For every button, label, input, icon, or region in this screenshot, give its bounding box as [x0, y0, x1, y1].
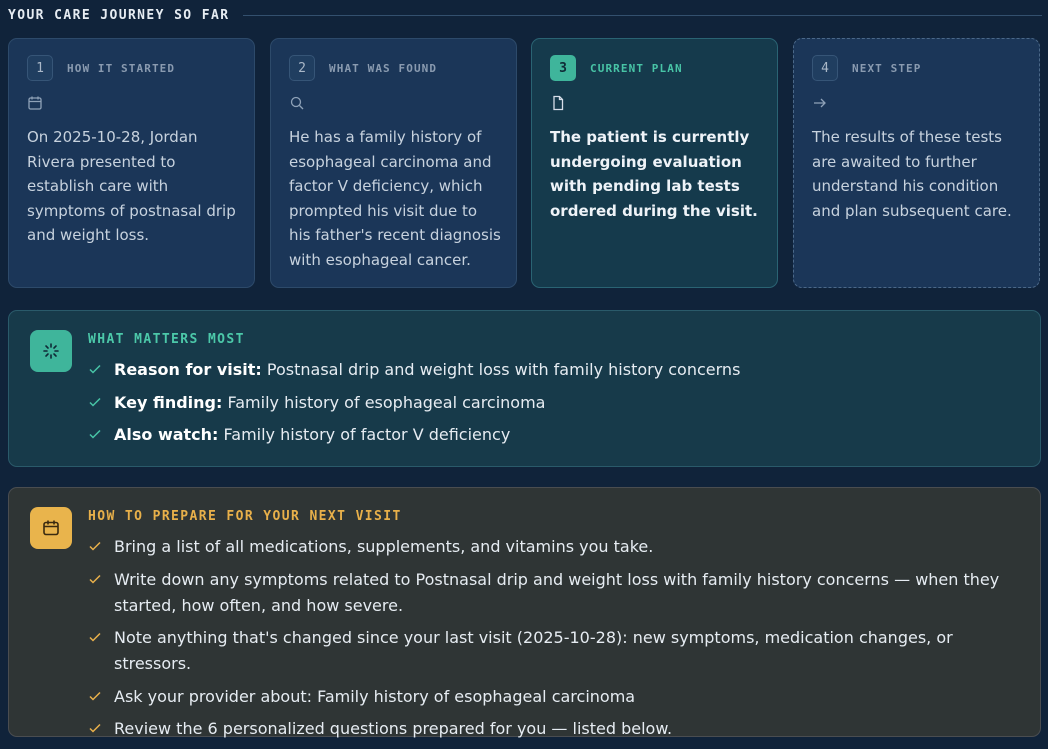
list-item: Key finding: Family history of esophagea…: [88, 390, 1024, 416]
item-text: Ask your provider about: Family history …: [114, 686, 636, 706]
panel-title: HOW TO PREPARE FOR YOUR NEXT VISIT: [88, 509, 402, 524]
step-number: 1: [27, 55, 53, 81]
item-text: Note anything that's changed since your …: [114, 628, 953, 673]
search-icon: [289, 95, 305, 111]
sparkle-icon: [30, 330, 72, 372]
step-label: CURRENT PLAN: [590, 61, 683, 75]
panel-title: WHAT MATTERS MOST: [88, 332, 245, 347]
list-item: Note anything that's changed since your …: [88, 625, 1024, 677]
list-item: Also watch: Family history of factor V d…: [88, 422, 1024, 448]
step-number: 2: [289, 55, 315, 81]
check-icon: [89, 364, 101, 374]
step-label: WHAT WAS FOUND: [329, 61, 438, 75]
list-item: Reason for visit: Postnasal drip and wei…: [88, 357, 1024, 383]
calendar-icon: [27, 95, 43, 111]
journey-step-card-1: 1 HOW IT STARTED On 2025-10-28, Jordan R…: [8, 38, 255, 288]
matters-list: Reason for visit: Postnasal drip and wei…: [88, 357, 1024, 455]
step-number: 3: [550, 55, 576, 81]
step-label: HOW IT STARTED: [67, 61, 176, 75]
check-icon: [89, 574, 101, 584]
arrow-right-icon: [812, 95, 828, 111]
check-icon: [89, 632, 101, 642]
journey-title: YOUR CARE JOURNEY SO FAR: [8, 7, 230, 23]
prepare-panel: HOW TO PREPARE FOR YOUR NEXT VISIT Bring…: [8, 487, 1041, 738]
step-text: The results of these tests are awaited t…: [812, 128, 1012, 220]
prepare-list: Bring a list of all medications, supplem…: [88, 534, 1024, 749]
journey-step-card-2: 2 WHAT WAS FOUND He has a family history…: [270, 38, 517, 288]
calendar-icon: [30, 507, 72, 549]
item-value: Family history of esophageal carcinoma: [222, 392, 546, 412]
check-icon: [89, 541, 101, 551]
item-text: Review the 6 personalized questions prep…: [114, 719, 673, 738]
journey-step-card-3: 3 CURRENT PLAN The patient is currently …: [531, 38, 778, 288]
document-icon: [550, 95, 566, 111]
journey-step-card-4: 4 NEXT STEP The results of these tests a…: [793, 38, 1040, 288]
check-icon: [89, 691, 101, 701]
step-text: He has a family history of esophageal ca…: [289, 128, 501, 269]
item-text: Bring a list of all medications, supplem…: [114, 537, 654, 556]
what-matters-panel: WHAT MATTERS MOST Reason for visit: Post…: [8, 310, 1041, 467]
check-icon: [89, 397, 101, 407]
item-value: Postnasal drip and weight loss with fami…: [261, 360, 741, 379]
step-label: NEXT STEP: [852, 61, 922, 75]
list-item: Bring a list of all medications, supplem…: [88, 534, 1024, 560]
list-item: Review the 6 personalized questions prep…: [88, 716, 1024, 742]
item-text: Write down any symptoms related to Postn…: [114, 569, 1000, 615]
list-item: Write down any symptoms related to Postn…: [88, 567, 1024, 619]
step-number: 4: [812, 55, 838, 81]
item-key: Key finding:: [114, 392, 223, 412]
journey-header: YOUR CARE JOURNEY SO FAR: [8, 6, 1042, 24]
item-key: Also watch:: [114, 425, 219, 444]
item-value: Family history of factor V deficiency: [218, 425, 511, 444]
journey-divider: [243, 14, 1042, 16]
check-icon: [89, 723, 101, 733]
check-icon: [89, 429, 101, 439]
item-key: Reason for visit:: [114, 360, 262, 379]
list-item: Ask your provider about: Family history …: [88, 684, 1024, 710]
step-text: On 2025-10-28, Jordan Rivera presented t…: [27, 128, 236, 245]
step-text: The patient is currently undergoing eval…: [550, 128, 758, 220]
